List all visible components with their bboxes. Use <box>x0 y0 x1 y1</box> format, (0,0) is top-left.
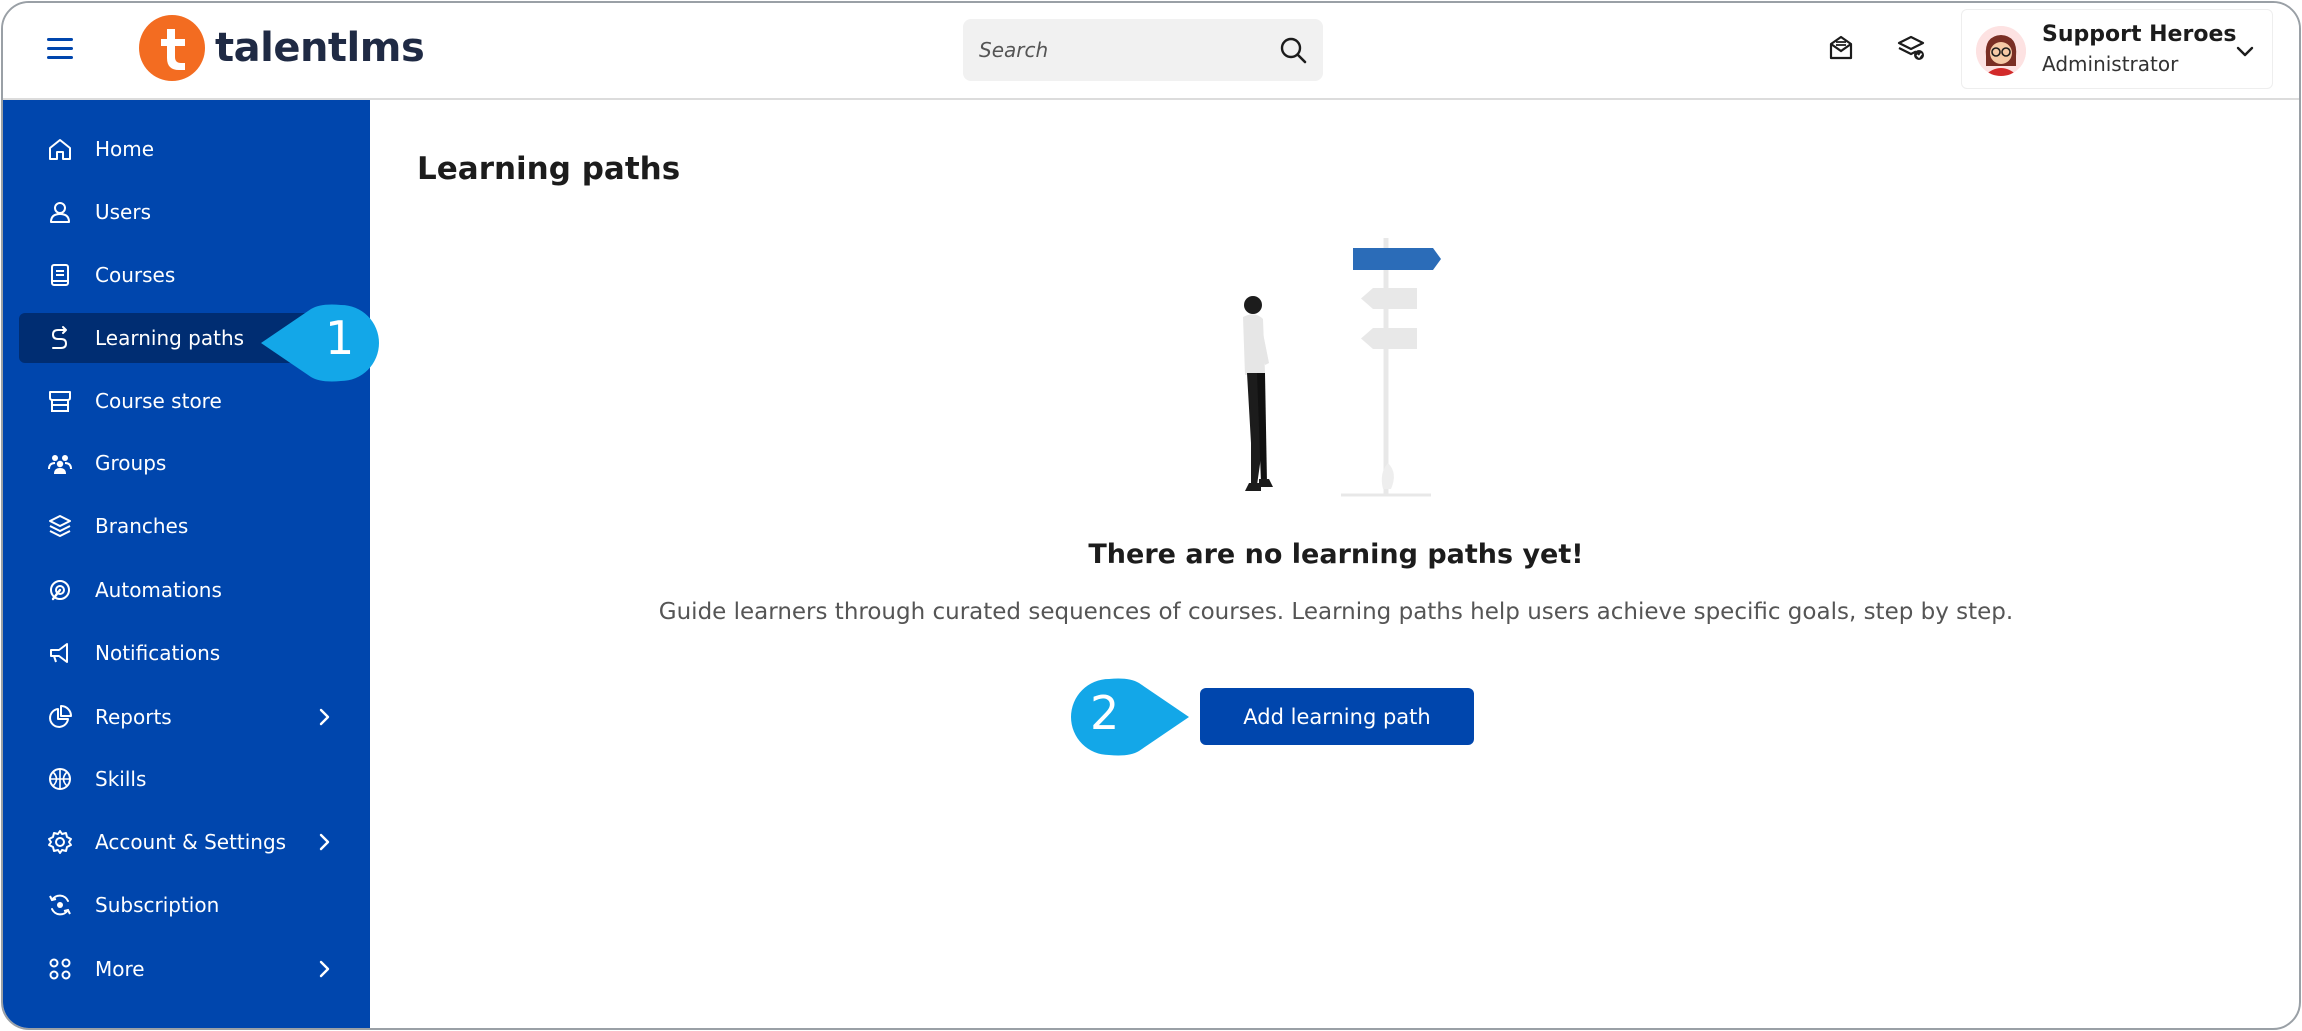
gear-icon <box>48 830 72 854</box>
sidebar-item-label: Users <box>95 200 152 224</box>
logo-text: talentlms <box>215 25 425 71</box>
sidebar-item-course-store[interactable]: Course store <box>19 376 359 426</box>
signpost-illustration <box>1243 238 1441 497</box>
sidebar-item-label: Learning paths <box>95 326 245 350</box>
sidebar-item-skills[interactable]: Skills <box>19 754 359 804</box>
sidebar-item-groups[interactable]: Groups <box>19 438 359 488</box>
callout-marker-2 <box>1071 678 1189 756</box>
sidebar-item-courses[interactable]: Courses <box>19 250 359 300</box>
subscription-icon <box>49 894 71 916</box>
sidebar-item-reports[interactable]: Reports <box>19 692 359 742</box>
user-name: Support Heroes <box>2042 22 2237 47</box>
store-icon <box>49 391 71 412</box>
sidebar-item-label: Skills <box>95 767 147 791</box>
book-icon <box>51 264 69 286</box>
search-box[interactable] <box>963 19 1323 81</box>
chevron-right-icon[interactable] <box>313 831 335 853</box>
empty-state-description: Guide learners through curated sequences… <box>658 599 2014 625</box>
sidebar-item-subscription[interactable]: Subscription <box>19 880 359 930</box>
sidebar-item-label: Notifications <box>95 641 221 665</box>
pie-chart-icon <box>49 705 72 728</box>
top-header: talentlms Search Support Heroes Administ… <box>3 3 2299 100</box>
sidebar-item-label: Course store <box>95 389 222 413</box>
empty-state-title: There are no learning paths yet! <box>1088 539 1584 570</box>
chevron-right-icon[interactable] <box>313 706 335 728</box>
callout-number-1: 1 <box>325 311 355 365</box>
search-input[interactable] <box>979 19 1259 81</box>
callout-marker-1 <box>261 304 379 382</box>
app-logo[interactable]: talentlms <box>139 15 425 81</box>
sidebar-item-label: More <box>95 957 145 981</box>
grid-icon <box>49 958 71 980</box>
layers-icon <box>49 515 71 537</box>
sidebar-item-label: Reports <box>95 705 172 729</box>
user-menu[interactable]: Support Heroes Administrator <box>1961 9 2273 89</box>
search-icon[interactable] <box>1279 36 1307 64</box>
home-icon <box>49 139 71 160</box>
add-learning-path-button[interactable]: Add learning path <box>1200 688 1474 745</box>
sidebar-item-home[interactable]: Home <box>19 124 359 174</box>
chevron-right-icon[interactable] <box>313 958 335 980</box>
courses-switch-icon[interactable] <box>1896 33 1926 63</box>
menu-toggle-icon[interactable] <box>47 38 73 60</box>
sidebar-item-label: Groups <box>95 451 167 475</box>
group-icon <box>48 455 72 474</box>
chevron-down-icon[interactable] <box>2234 40 2256 62</box>
logo-mark-icon <box>139 15 205 81</box>
megaphone-icon <box>50 643 68 663</box>
avatar <box>1976 26 2026 76</box>
sidebar-item-more[interactable]: More <box>19 944 359 994</box>
skills-icon <box>49 768 71 790</box>
sidebar-item-users[interactable]: Users <box>19 187 359 237</box>
sidebar-item-notifications[interactable]: Notifications <box>19 628 359 678</box>
user-icon <box>50 202 70 223</box>
app-window: talentlms Search Support Heroes Administ… <box>1 1 2301 1030</box>
sidebar-item-label: Courses <box>95 263 176 287</box>
sidebar-item-label: Branches <box>95 514 189 538</box>
user-role: Administrator <box>2042 52 2179 76</box>
sidebar-item-account-settings[interactable]: Account & Settings <box>19 817 359 867</box>
sidebar-item-label: Account & Settings <box>95 830 287 854</box>
page-title: Learning paths <box>417 151 681 187</box>
callout-number-2: 2 <box>1090 686 1120 740</box>
sidebar-item-label: Subscription <box>95 893 220 917</box>
inbox-icon[interactable] <box>1826 33 1856 63</box>
sidebar-item-label: Home <box>95 137 155 161</box>
route-icon <box>51 326 68 349</box>
